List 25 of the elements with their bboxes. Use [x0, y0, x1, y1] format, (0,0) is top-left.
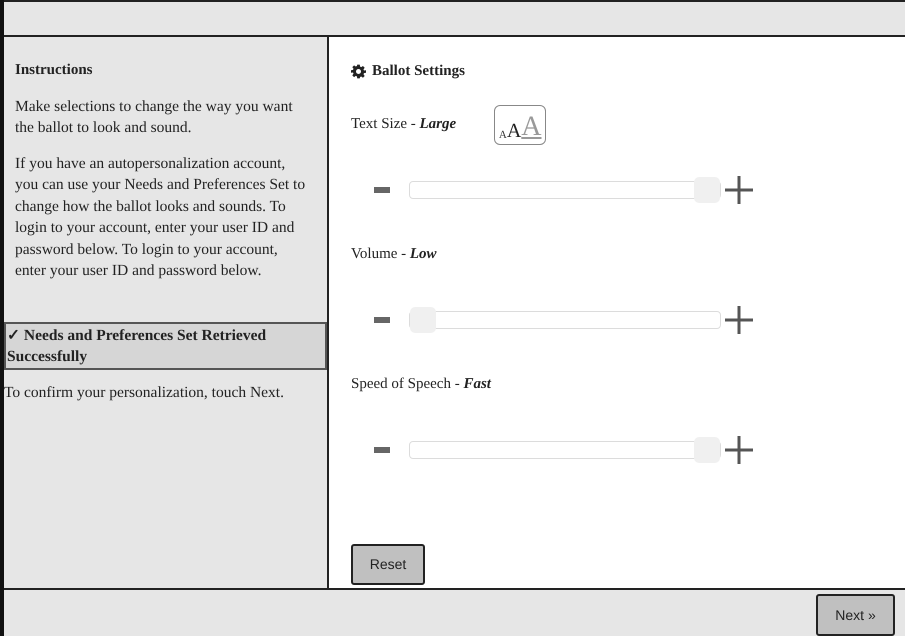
- settings-title: Ballot Settings: [372, 62, 465, 81]
- text-size-icon: AAA: [494, 104, 546, 144]
- slider-thumb[interactable]: [410, 306, 436, 332]
- setting-label: Text Size - Large: [351, 115, 456, 134]
- reset-button[interactable]: Reset: [351, 544, 425, 585]
- increase-button[interactable]: [723, 304, 755, 336]
- status-message: ✓ Needs and Preferences Set Retrieved Successfully: [4, 322, 327, 370]
- instructions-text: If you have an autopersonalization account, you can use your Needs and Preferences Set to change how the ballot looks and sounds. To login to your account, enter your user ID and password below. To login to your account, enter your user ID and password below.: [14, 154, 306, 281]
- plus-icon: [724, 174, 754, 204]
- minus-icon: [374, 186, 390, 192]
- plus-icon: [724, 304, 754, 334]
- plus-icon: [724, 434, 754, 464]
- setting-label: Speed of Speech - Fast: [351, 375, 491, 394]
- gear-icon: [351, 64, 366, 79]
- confirm-text: To confirm your personalization, touch Next.: [4, 382, 285, 402]
- increase-button[interactable]: [723, 434, 755, 466]
- increase-button[interactable]: [723, 174, 755, 206]
- setting-label: Volume - Low: [351, 245, 437, 264]
- instructions-text: Make selections to change the way you want the ballot to look and sound.: [14, 96, 294, 138]
- next-button[interactable]: Next »: [816, 594, 895, 636]
- minus-icon: [374, 316, 390, 322]
- instructions-title: Instructions: [14, 61, 94, 80]
- slider-thumb[interactable]: [694, 176, 720, 202]
- minus-icon: [374, 446, 390, 452]
- slider-thumb[interactable]: [694, 436, 720, 462]
